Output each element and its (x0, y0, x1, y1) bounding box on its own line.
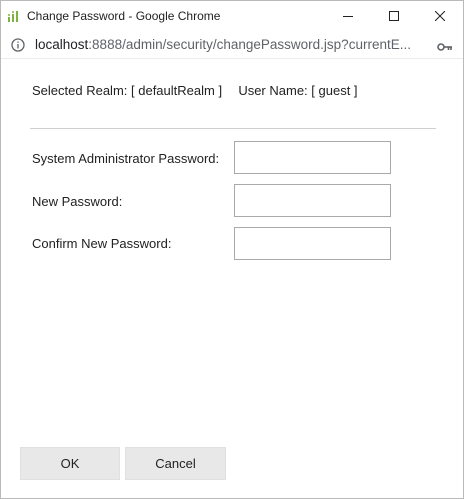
app-logo-icon (7, 9, 21, 23)
admin-password-input[interactable] (234, 141, 391, 174)
close-icon (434, 8, 446, 26)
selected-realm-value: [ defaultRealm ] (131, 83, 223, 98)
key-icon[interactable] (437, 40, 453, 52)
url-text[interactable]: localhost:8888/admin/security/changePass… (35, 37, 425, 52)
new-password-input[interactable] (234, 184, 391, 217)
url-host: localhost (35, 37, 89, 52)
minimize-button[interactable] (325, 1, 371, 32)
close-button[interactable] (417, 1, 463, 32)
new-password-label: New Password: (32, 194, 123, 209)
cancel-button[interactable]: Cancel (125, 447, 226, 480)
user-name-value: [ guest ] (311, 83, 358, 98)
minimize-icon (343, 8, 353, 26)
selected-realm-label: Selected Realm: (32, 83, 128, 98)
title-bar: Change Password - Google Chrome (1, 1, 463, 32)
info-icon[interactable] (11, 38, 25, 52)
maximize-button[interactable] (371, 1, 417, 32)
url-path: :8888/admin/security/changePassword.jsp?… (88, 37, 411, 52)
admin-password-label: System Administrator Password: (32, 151, 220, 166)
divider (30, 128, 436, 129)
address-bar: localhost:8888/admin/security/changePass… (1, 32, 463, 59)
user-name-label: User Name: (238, 83, 308, 98)
browser-popup-window: Change Password - Google Chrome localhos… (0, 0, 464, 499)
confirm-password-label: Confirm New Password: (32, 236, 172, 251)
ok-button[interactable]: OK (20, 447, 120, 480)
confirm-password-input[interactable] (234, 227, 391, 260)
window-title: Change Password - Google Chrome (27, 9, 221, 23)
maximize-icon (389, 8, 399, 26)
realm-info: Selected Realm: [ defaultRealm ] User Na… (32, 83, 358, 98)
